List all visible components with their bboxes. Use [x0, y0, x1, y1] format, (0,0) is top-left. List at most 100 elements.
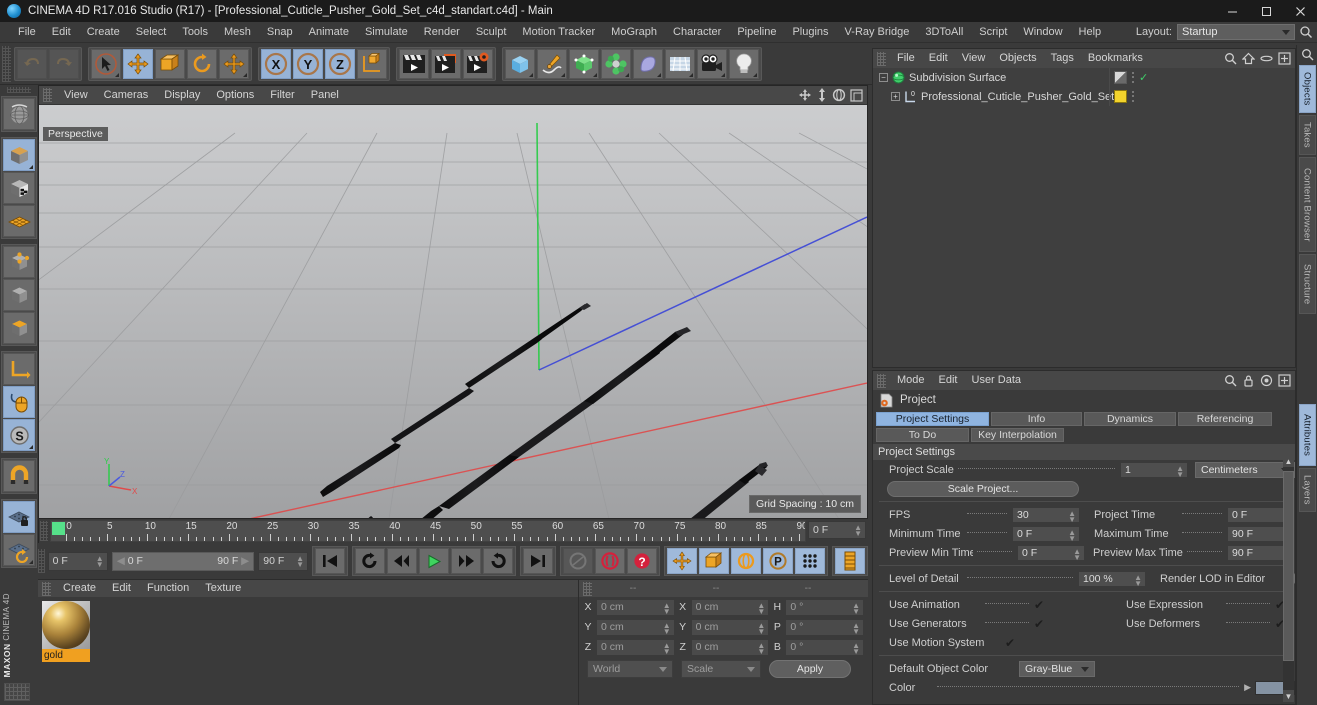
attribute-manager-grip[interactable] [877, 373, 886, 388]
tab-info[interactable]: Info [991, 412, 1082, 426]
texture-axis-button[interactable] [3, 172, 35, 204]
close-button[interactable] [1283, 0, 1317, 22]
field-project-scale[interactable]: 1 ▲ ▼ [1120, 461, 1188, 478]
search-icon[interactable] [1224, 52, 1237, 65]
step-back-button[interactable] [387, 548, 418, 574]
material-menu-edit[interactable]: Edit [104, 580, 139, 597]
menu-item-create[interactable]: Create [79, 22, 128, 43]
menu-item-file[interactable]: File [10, 22, 44, 43]
scale-project-button[interactable]: Scale Project... [887, 480, 1079, 497]
step-forward-button[interactable] [451, 548, 482, 574]
target-icon[interactable] [1260, 374, 1273, 387]
attribute-scrollbar[interactable]: ▲ ▼ [1283, 455, 1294, 702]
keyframe-selection-button[interactable]: ? [627, 548, 658, 574]
snap-s-button[interactable]: S [3, 419, 35, 451]
render-settings-button[interactable] [463, 48, 493, 79]
menu-item-script[interactable]: Script [971, 22, 1015, 43]
coord-field-pos-y[interactable]: 0 cm ▲ ▼ [596, 618, 675, 636]
record-pla-button[interactable] [795, 548, 826, 574]
viewport-dolly-icon[interactable] [816, 88, 828, 102]
checkbox-use-animation[interactable]: ✔ [1034, 599, 1054, 611]
vtab-content-browser[interactable]: Content Browser [1298, 157, 1316, 252]
vtab-layers[interactable]: Layers [1298, 468, 1316, 512]
loop-button[interactable] [483, 548, 514, 574]
material-menu-function[interactable]: Function [139, 580, 197, 597]
enable-axis-button[interactable] [3, 205, 35, 237]
menu-item-mograph[interactable]: MoGraph [603, 22, 665, 43]
search-icon[interactable] [1301, 48, 1314, 61]
eye-visibility-icon[interactable] [1260, 52, 1273, 65]
world-object-coord-button[interactable] [357, 48, 387, 79]
menu-item-select[interactable]: Select [128, 22, 175, 43]
maximize-button[interactable] [1249, 0, 1283, 22]
polygon-mode-button[interactable] [3, 312, 35, 344]
coord-field-rot-p[interactable]: 0 ° ▲ ▼ [785, 618, 865, 636]
spinner-icon[interactable]: ▲▼ [852, 641, 860, 655]
expand-arrow-icon[interactable]: ▶ [1244, 682, 1251, 693]
expand-panel-icon[interactable] [1278, 52, 1291, 65]
add-camera-button[interactable] [697, 48, 727, 79]
scroll-up-arrow-icon[interactable]: ▲ [1283, 455, 1294, 467]
render-view-button[interactable] [399, 48, 429, 79]
scroll-down-arrow-icon[interactable]: ▼ [1283, 690, 1294, 702]
material-list[interactable]: gold [38, 597, 578, 705]
move-tool-button[interactable] [123, 48, 153, 79]
coordinates-grip[interactable] [583, 581, 592, 596]
spinner-icon[interactable]: ▲▼ [757, 641, 765, 655]
coord-field-rot-b[interactable]: 0 ° ▲ ▼ [785, 638, 865, 656]
tab-key-interpolation[interactable]: Key Interpolation [971, 428, 1064, 442]
object-menu-edit[interactable]: Edit [922, 49, 955, 68]
viewport-menu-display[interactable]: Display [156, 86, 208, 105]
lock-x-axis-button[interactable]: X [261, 48, 291, 79]
rotate-tool-button[interactable] [187, 48, 217, 79]
spinner-icon[interactable]: ▲▼ [663, 621, 671, 635]
timeline-panel-button[interactable] [835, 548, 866, 574]
object-manager-grip[interactable] [877, 51, 886, 66]
tab-referencing[interactable]: Referencing [1178, 412, 1272, 426]
coord-field-size-y[interactable]: 0 cm ▲ ▼ [690, 618, 770, 636]
record-scale-button[interactable] [699, 548, 730, 574]
object-menu-view[interactable]: View [955, 49, 993, 68]
transport-grip[interactable] [38, 549, 45, 573]
add-generator-button[interactable] [569, 48, 599, 79]
menu-item-snap[interactable]: Snap [259, 22, 301, 43]
spinner-icon[interactable]: ▲▼ [757, 601, 765, 615]
spinner-icon[interactable]: ▲▼ [1068, 509, 1076, 523]
go-to-end-button[interactable] [523, 548, 554, 574]
model-axis-button[interactable] [3, 353, 35, 385]
viewport-maximize-icon[interactable] [850, 88, 863, 102]
record-position-button[interactable] [667, 548, 698, 574]
attribute-menu-user-data[interactable]: User Data [965, 371, 1029, 390]
object-menu-tags[interactable]: Tags [1044, 49, 1081, 68]
field-minimum-time[interactable]: 0 F ▲ ▼ [1012, 525, 1080, 542]
go-to-start-button[interactable] [315, 548, 346, 574]
viewport-menu-cameras[interactable]: Cameras [96, 86, 157, 105]
field-fps[interactable]: 30 ▲ ▼ [1012, 506, 1080, 523]
timeline-ruler[interactable]: 0 5 10 15 20 25 30 35 40 45 50 55 60 65 70 75 80 85 90 [50, 520, 806, 542]
lock-y-axis-button[interactable]: Y [293, 48, 323, 79]
material-tag-icon[interactable] [1114, 90, 1127, 103]
coordinate-mode-dropdown[interactable]: Scale [681, 660, 761, 678]
add-scene-button[interactable] [665, 48, 695, 79]
add-cube-button[interactable] [505, 48, 535, 79]
display-tag-icon[interactable] [1114, 71, 1127, 84]
menu-item-vray-bridge[interactable]: V-Ray Bridge [837, 22, 918, 43]
coord-field-size-x[interactable]: 0 cm ▲ ▼ [690, 598, 770, 616]
search-icon[interactable] [1299, 25, 1313, 39]
spinner-icon[interactable]: ▲▼ [852, 621, 860, 635]
spinner-icon[interactable]: ▲▼ [663, 601, 671, 615]
tab-dynamics[interactable]: Dynamics [1084, 412, 1176, 426]
menu-item-tools[interactable]: Tools [174, 22, 216, 43]
magnet-button[interactable] [3, 460, 35, 492]
vtab-attributes[interactable]: Attributes [1298, 404, 1316, 466]
autokeying-button[interactable] [595, 548, 626, 574]
point-mode-button[interactable] [3, 246, 35, 278]
workplane-lock-button[interactable] [3, 501, 35, 533]
spinner-icon[interactable]: ▲▼ [296, 554, 304, 568]
undo-button[interactable] [17, 48, 47, 79]
left-toolbar-grip[interactable] [7, 87, 31, 93]
coord-field-size-z[interactable]: 0 cm ▲ ▼ [690, 638, 770, 656]
viewport-menu-options[interactable]: Options [208, 86, 262, 105]
spinner-icon[interactable]: ▲▼ [96, 554, 104, 568]
viewport-pan-icon[interactable] [798, 88, 812, 102]
